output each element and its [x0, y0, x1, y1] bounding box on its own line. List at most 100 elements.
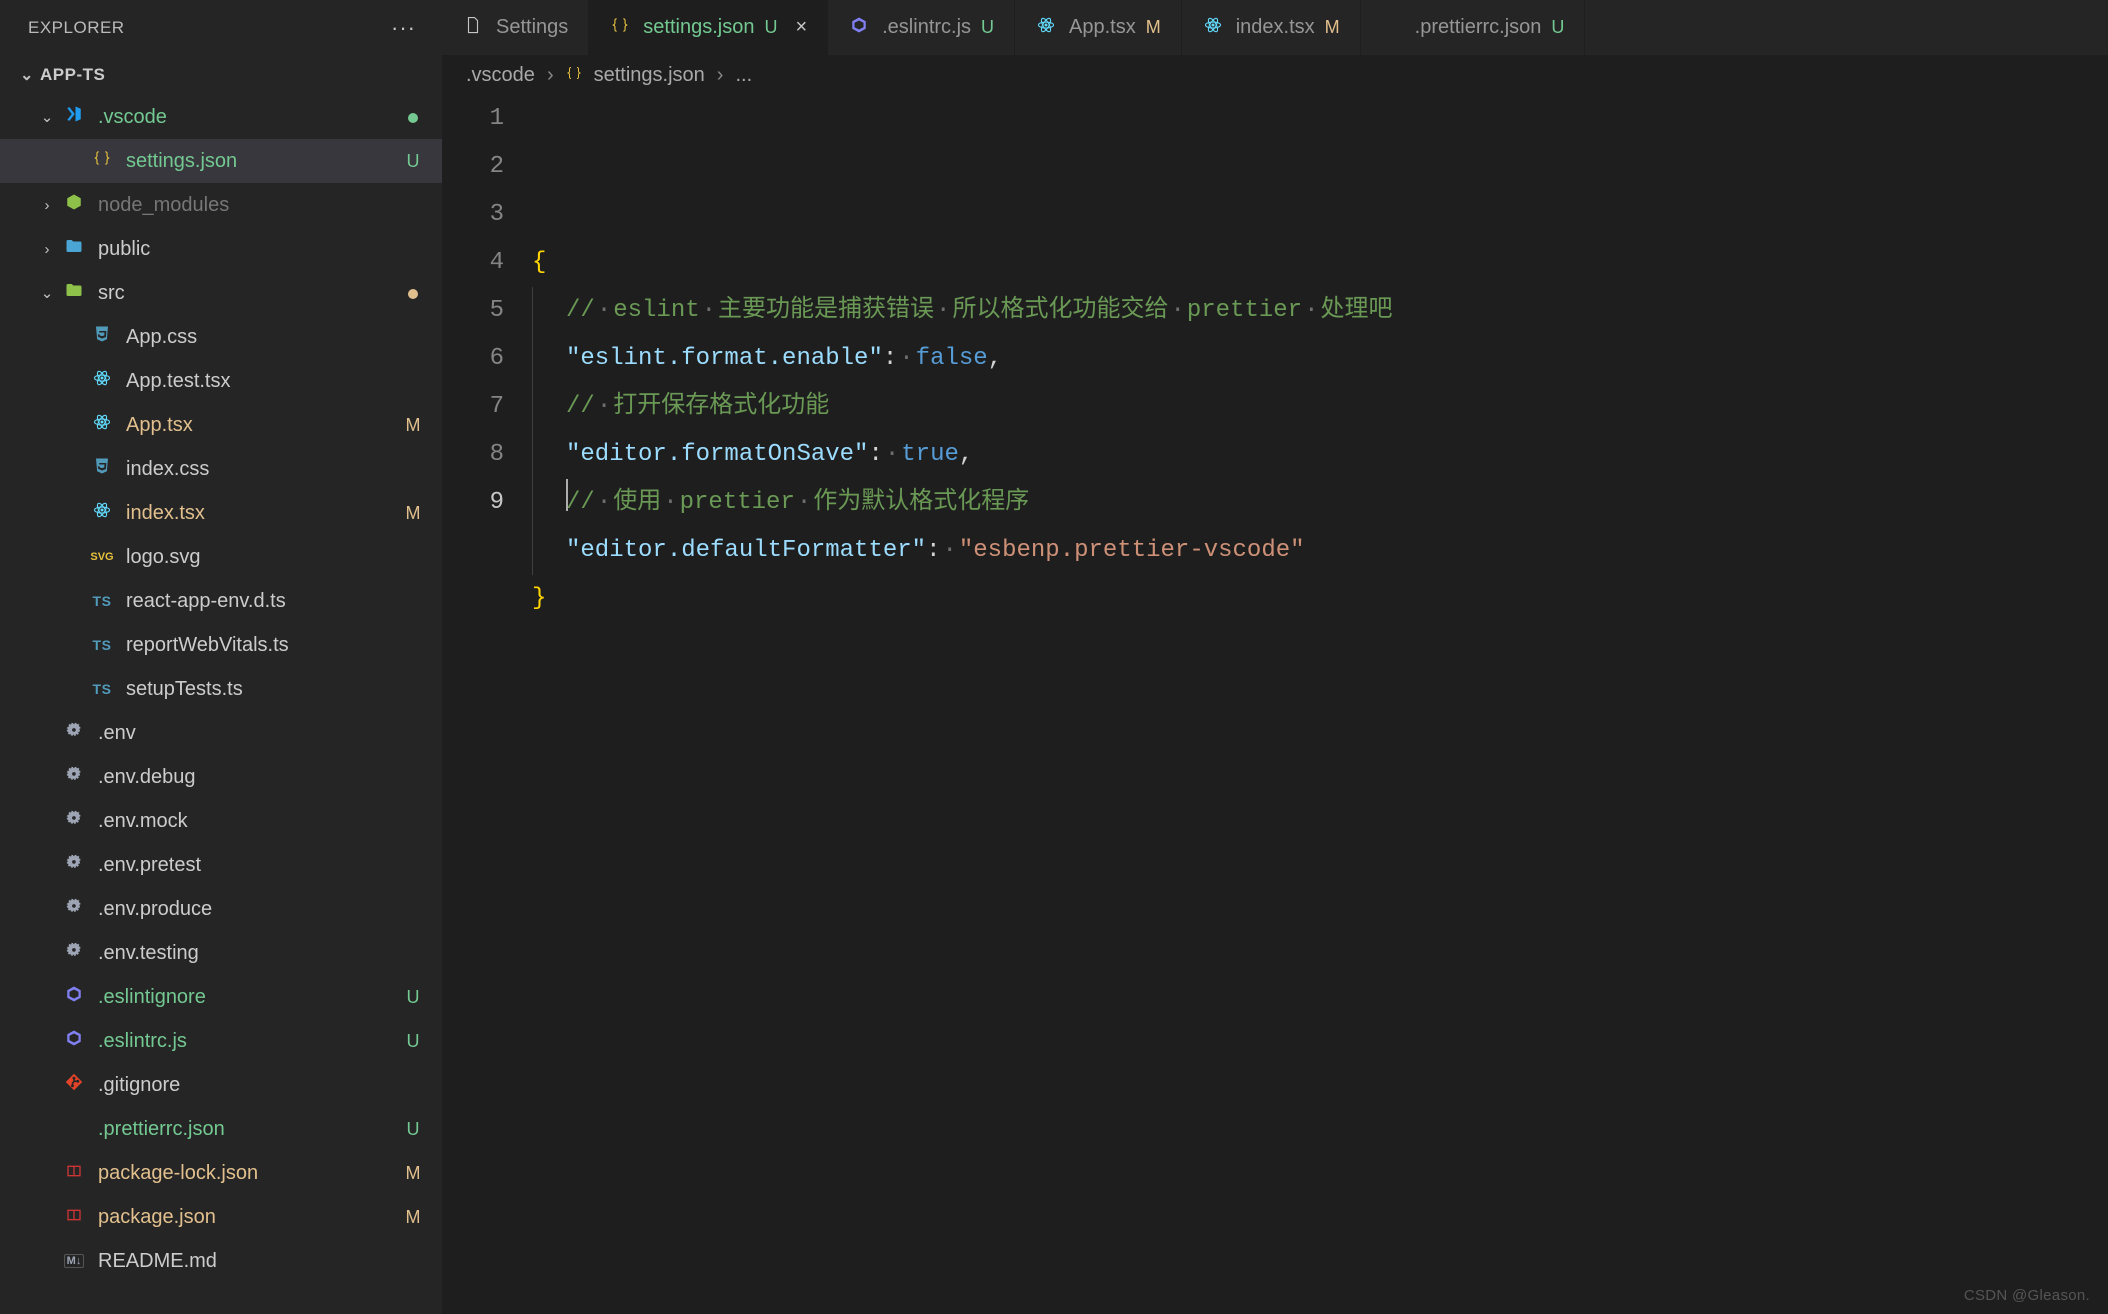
- gear-icon: [60, 941, 88, 965]
- file-label: App.test.tsx: [126, 370, 402, 393]
- file-label: index.css: [126, 458, 402, 481]
- tab-.prettierrc.json[interactable]: .prettierrc.jsonU: [1361, 0, 1586, 55]
- explorer-sidebar: EXPLORER ··· ⌄ APP-TS ⌄.vscodesettings.j…: [0, 0, 442, 1314]
- breadcrumb[interactable]: .vscode › settings.json › ...: [442, 55, 2108, 95]
- file-row-App.test.tsx[interactable]: App.test.tsx: [0, 359, 442, 403]
- file-row-package-lock.json[interactable]: package-lock.jsonM: [0, 1151, 442, 1195]
- file-label: react-app-env.d.ts: [126, 590, 402, 613]
- chevron-down-icon: ⌄: [14, 65, 40, 85]
- tab-index.tsx[interactable]: index.tsxM: [1182, 0, 1361, 55]
- file-row-logo.svg[interactable]: SVGlogo.svg: [0, 535, 442, 579]
- file-row-.env.testing[interactable]: .env.testing: [0, 931, 442, 975]
- file-label: index.tsx: [126, 502, 402, 525]
- file-row-.eslintrc.js[interactable]: .eslintrc.jsU: [0, 1019, 442, 1063]
- chevron-right-icon[interactable]: ›: [34, 241, 60, 258]
- git-status-badge: M: [402, 1207, 424, 1228]
- folder-row-node_modules[interactable]: › node_modules: [0, 183, 442, 227]
- git-status-badge: U: [402, 1119, 424, 1140]
- code-line[interactable]: [532, 623, 2108, 671]
- eslint-icon: [848, 17, 870, 39]
- file-label: setupTests.ts: [126, 678, 402, 701]
- file-row-App.tsx[interactable]: App.tsxM: [0, 403, 442, 447]
- chevron-right-icon[interactable]: ›: [34, 197, 60, 214]
- tab-label: Settings: [496, 16, 568, 39]
- chevron-right-icon: ›: [547, 64, 554, 87]
- chevron-down-icon[interactable]: ⌄: [34, 108, 60, 126]
- file-row-reportWebVitals.ts[interactable]: TSreportWebVitals.ts: [0, 623, 442, 667]
- file-label: public: [98, 238, 402, 261]
- code-content[interactable]: {//·eslint·主要功能是捕获错误·所以格式化功能交给·prettier·…: [532, 95, 2108, 1314]
- code-line[interactable]: //·使用·prettier·作为默认格式化程序: [532, 479, 2108, 527]
- file-row-.env[interactable]: .env: [0, 711, 442, 755]
- tab-label: .eslintrc.js: [882, 16, 971, 39]
- file-row-package.json[interactable]: package.jsonM: [0, 1195, 442, 1239]
- code-line[interactable]: "eslint.format.enable":·false,: [532, 335, 2108, 383]
- tab-label: .prettierrc.json: [1415, 16, 1542, 39]
- tab-bar[interactable]: Settingssettings.jsonU×.eslintrc.jsUApp.…: [442, 0, 2108, 55]
- code-line[interactable]: //·打开保存格式化功能: [532, 383, 2108, 431]
- file-row-.env.produce[interactable]: .env.produce: [0, 887, 442, 931]
- file-row-App.css[interactable]: App.css: [0, 315, 442, 359]
- file-row-.env.pretest[interactable]: .env.pretest: [0, 843, 442, 887]
- file-label: .eslintignore: [98, 986, 402, 1009]
- tab-App.tsx[interactable]: App.tsxM: [1015, 0, 1182, 55]
- section-header[interactable]: ⌄ APP-TS: [0, 55, 442, 95]
- explorer-header: EXPLORER ···: [0, 0, 442, 55]
- chevron-down-icon[interactable]: ⌄: [34, 284, 60, 302]
- code-line[interactable]: "editor.defaultFormatter":·"esbenp.prett…: [532, 527, 2108, 575]
- tab-Settings[interactable]: Settings: [442, 0, 589, 55]
- file-tree[interactable]: ⌄.vscodesettings.jsonU › node_modules › publ…: [0, 95, 442, 1314]
- tab-label: App.tsx: [1069, 16, 1136, 39]
- json-icon: [566, 64, 582, 87]
- git-status-badge: M: [402, 503, 424, 524]
- react-icon: [88, 413, 116, 437]
- file-row-.eslintignore[interactable]: .eslintignoreU: [0, 975, 442, 1019]
- src-icon: [60, 281, 88, 305]
- gear-icon: [60, 897, 88, 921]
- ts-icon: TS: [88, 589, 116, 613]
- breadcrumb-seg[interactable]: .vscode: [466, 64, 535, 87]
- file-row-.gitignore[interactable]: .gitignore: [0, 1063, 442, 1107]
- file-row-setupTests.ts[interactable]: TSsetupTests.ts: [0, 667, 442, 711]
- vscode-icon: [60, 105, 88, 129]
- line-number: 4: [442, 239, 504, 287]
- folder-row-public[interactable]: › public: [0, 227, 442, 271]
- close-icon[interactable]: ×: [795, 16, 807, 39]
- file-label: .env.debug: [98, 766, 402, 789]
- file-row-.env.mock[interactable]: .env.mock: [0, 799, 442, 843]
- code-line[interactable]: //·eslint·主要功能是捕获错误·所以格式化功能交给·prettier·处…: [532, 287, 2108, 335]
- breadcrumb-seg[interactable]: settings.json: [594, 64, 705, 87]
- file-label: .env.pretest: [98, 854, 402, 877]
- tab-settings.json[interactable]: settings.jsonU×: [589, 0, 828, 55]
- watermark: CSDN @Gleason.: [1964, 1287, 2090, 1304]
- git-status-badge: [402, 107, 424, 128]
- react-icon: [1035, 17, 1057, 39]
- file-row-react-app-env.d.ts[interactable]: TS react-app-env.d.ts: [0, 579, 442, 623]
- folder-row-src[interactable]: ⌄src: [0, 271, 442, 315]
- explorer-title: EXPLORER: [28, 18, 391, 38]
- file-label: node_modules: [98, 194, 402, 217]
- tab-.eslintrc.js[interactable]: .eslintrc.jsU: [828, 0, 1015, 55]
- file-label: App.tsx: [126, 414, 402, 437]
- file-row-README.md[interactable]: M↓README.md: [0, 1239, 442, 1283]
- file-row-.env.debug[interactable]: .env.debug: [0, 755, 442, 799]
- file-row-index.tsx[interactable]: index.tsxM: [0, 491, 442, 535]
- react-icon: [88, 369, 116, 393]
- code-line[interactable]: "editor.formatOnSave":·true,: [532, 431, 2108, 479]
- git-status-badge: M: [402, 1163, 424, 1184]
- prettier-icon: [60, 1117, 88, 1141]
- more-icon[interactable]: ···: [391, 15, 416, 41]
- code-line[interactable]: }: [532, 575, 2108, 623]
- svg-icon: SVG: [88, 545, 116, 569]
- line-number: 9: [442, 479, 504, 527]
- file-row-settings.json[interactable]: settings.jsonU: [0, 139, 442, 183]
- file-row-index.css[interactable]: index.css: [0, 447, 442, 491]
- code-editor[interactable]: 123456789 {//·eslint·主要功能是捕获错误·所以格式化功能交给…: [442, 95, 2108, 1314]
- tab-label: index.tsx: [1236, 16, 1315, 39]
- gear-icon: [60, 853, 88, 877]
- code-line[interactable]: {: [532, 239, 2108, 287]
- folder-row-.vscode[interactable]: ⌄.vscode: [0, 95, 442, 139]
- file-row-.prettierrc.json[interactable]: .prettierrc.jsonU: [0, 1107, 442, 1151]
- nodemod-icon: [60, 193, 88, 217]
- git-status-badge: [402, 283, 424, 304]
